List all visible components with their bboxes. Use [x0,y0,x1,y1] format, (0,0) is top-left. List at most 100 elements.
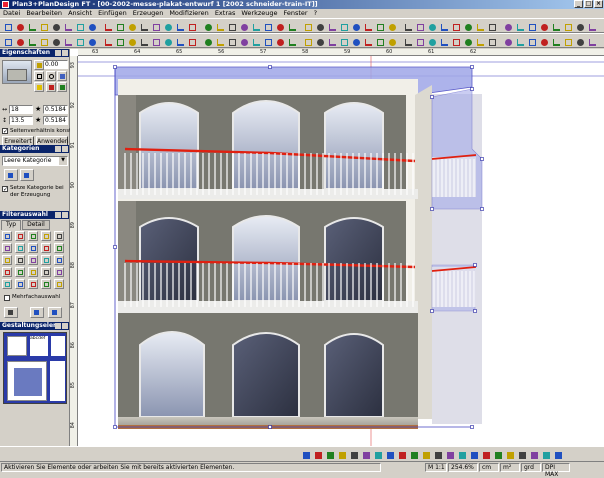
filter-type-icon[interactable] [54,255,64,265]
toolbar-tool-icon[interactable] [138,21,149,32]
toolbar-tool-icon[interactable] [14,36,25,47]
panel-close-icon[interactable] [62,212,68,218]
bottom-tool-icon[interactable] [468,449,479,460]
toolbar-tool-icon[interactable] [426,36,437,47]
toolbar-tool-icon[interactable] [362,36,373,47]
toolbar-tool-icon[interactable] [562,36,573,47]
toolbar-tool-icon[interactable] [238,21,249,32]
lock-icon[interactable] [34,60,44,70]
design-element-library[interactable]: abcdef [3,332,67,404]
toolbar-tool-icon[interactable] [374,36,385,47]
panel-menu-icon[interactable] [55,146,61,152]
toolbar-tool-icon[interactable] [186,36,197,47]
bottom-tool-icon[interactable] [456,449,467,460]
toolbar-tool-icon[interactable] [386,21,397,32]
toolbar-tool-icon[interactable] [150,21,161,32]
toolbar-tool-icon[interactable] [114,36,125,47]
toolbar-tool-icon[interactable] [162,36,173,47]
menu-fenster[interactable]: Fenster [284,9,308,18]
panel-menu-icon[interactable] [55,50,61,56]
apply-category-icon[interactable] [4,169,18,181]
filter-confirm-icon[interactable] [48,307,62,318]
toolbar-tool-icon[interactable] [314,21,325,32]
bottom-tool-icon[interactable] [492,449,503,460]
toolbar-tool-icon[interactable] [438,21,449,32]
mirror-icon[interactable] [57,71,67,81]
status-area-unit[interactable]: m² [500,463,520,472]
toolbar-tool-icon[interactable] [350,36,361,47]
toolbar-tool-icon[interactable] [562,21,573,32]
height-field[interactable]: 13.5 [9,116,33,125]
toolbar-tool-icon[interactable] [214,21,225,32]
filter-type-icon[interactable] [28,267,38,277]
width-field[interactable]: 18 [9,105,33,114]
toolbar-tool-icon[interactable] [62,36,73,47]
toolbar-tool-icon[interactable] [2,21,13,32]
toolbar-tool-icon[interactable] [450,36,461,47]
filter-type-icon[interactable] [41,279,51,289]
toolbar-tool-icon[interactable] [126,36,137,47]
filter-type-icon[interactable] [54,279,64,289]
filter-type-icon[interactable] [15,267,25,277]
toolbar-tool-icon[interactable] [450,21,461,32]
bottom-tool-icon[interactable] [516,449,527,460]
bottom-tool-icon[interactable] [540,449,551,460]
toolbar-tool-icon[interactable] [274,21,285,32]
toolbar-tool-icon[interactable] [502,21,513,32]
bottom-tool-icon[interactable] [552,449,563,460]
filter-type-icon[interactable] [41,231,51,241]
bottom-tool-icon[interactable] [348,449,359,460]
tab-typ[interactable]: Typ [1,220,22,230]
bottom-tool-icon[interactable] [432,449,443,460]
filter-type-icon[interactable] [2,255,12,265]
toolbar-tool-icon[interactable] [2,36,13,47]
status-scale[interactable]: M 1:1 [425,463,447,472]
filter-type-icon[interactable] [15,279,25,289]
bottom-tool-icon[interactable] [360,449,371,460]
toolbar-tool-icon[interactable] [538,21,549,32]
bottom-tool-icon[interactable] [396,449,407,460]
toolbar-tool-icon[interactable] [26,36,37,47]
drawing-canvas[interactable]: 63 64 65 56 57 58 59 60 61 62 93 92 91 90 89 88 87 86 85 8… [70,49,604,446]
filter-type-icon[interactable] [2,279,12,289]
filter-type-icon[interactable] [41,267,51,277]
status-length-unit[interactable]: cm [479,463,499,472]
toolbar-tool-icon[interactable] [50,21,61,32]
toolbar-tool-icon[interactable] [574,36,585,47]
toolbar-tool-icon[interactable] [326,21,337,32]
bottom-tool-icon[interactable] [444,449,455,460]
filter-type-icon[interactable] [28,255,38,265]
toolbar-tool-icon[interactable] [586,36,597,47]
menu-help[interactable]: ? [314,9,317,18]
x-value-field[interactable]: 0.00 [43,60,68,69]
multiselect-checkbox[interactable] [4,295,10,301]
toolbar-tool-icon[interactable] [526,36,537,47]
toolbar-tool-icon[interactable] [226,21,237,32]
toolbar-tool-icon[interactable] [338,36,349,47]
toolbar-tool-icon[interactable] [526,21,537,32]
toolbar-tool-icon[interactable] [38,36,49,47]
toolbar-tool-icon[interactable] [262,21,273,32]
toolbar-tool-icon[interactable] [274,36,285,47]
bottom-tool-icon[interactable] [300,449,311,460]
toolbar-tool-icon[interactable] [462,21,473,32]
toolbar-tool-icon[interactable] [74,36,85,47]
toolbar-tool-icon[interactable] [514,21,525,32]
filter-type-icon[interactable] [2,231,12,241]
toolbar-tool-icon[interactable] [50,36,61,47]
menu-bearbeiten[interactable]: Bearbeiten [26,9,62,18]
status-zoom[interactable]: 254.6% [448,463,478,472]
status-angle-unit[interactable]: grd [521,463,541,472]
toolbar-tool-icon[interactable] [302,36,313,47]
toolbar-tool-icon[interactable] [402,21,413,32]
toolbar-tool-icon[interactable] [462,36,473,47]
frame-icon[interactable] [34,71,44,81]
panel-close-icon[interactable] [62,323,68,329]
toolbar-tool-icon[interactable] [202,36,213,47]
toolbar-tool-icon[interactable] [538,36,549,47]
maximize-button[interactable]: □ [584,0,593,8]
toolbar-tool-icon[interactable] [138,36,149,47]
bottom-tool-icon[interactable] [384,449,395,460]
toolbar-tool-icon[interactable] [550,21,561,32]
toolbar-tool-icon[interactable] [302,21,313,32]
